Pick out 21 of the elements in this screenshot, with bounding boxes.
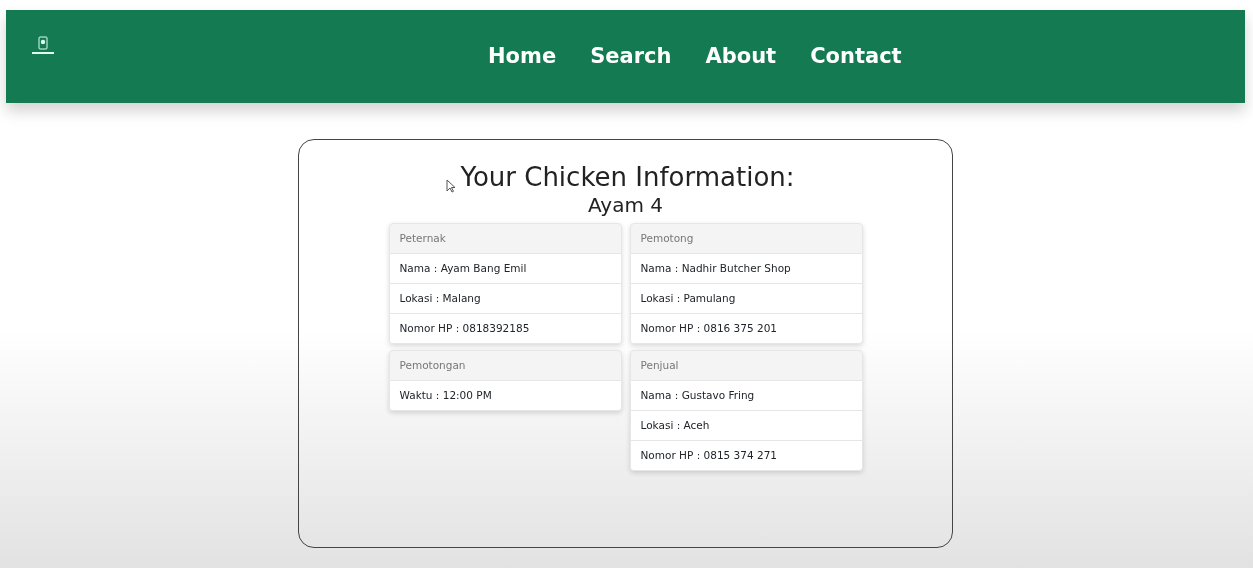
info-row: Nomor HP : 0816 375 201 [629,314,863,345]
info-row: Nama : Gustavo Fring [629,381,863,412]
card-header: Penjual [629,350,863,382]
nav-link[interactable]: Contact [810,40,902,73]
info-row: Nomor HP : 0818392185 [388,314,622,345]
nav-link[interactable]: About [705,40,777,73]
card-header: Peternak [388,223,622,255]
info-row: Lokasi : Malang [388,284,622,315]
card-header: Pemotongan [388,350,622,382]
chicken-name: Ayam 4 [587,193,664,218]
nav-link[interactable]: Home [488,40,557,73]
info-row: Nama : Nadhir Butcher Shop [629,254,863,285]
info-row: Lokasi : Aceh [629,411,863,442]
info-row: Nama : Ayam Bang Emil [388,254,622,285]
info-row: Waktu : 12:00 PM [388,381,622,412]
info-row: Nomor HP : 0815 374 271 [629,441,863,472]
card-header: Pemotong [629,223,863,255]
info-row: Lokasi : Pamulang [629,284,863,315]
page-title: Your Chicken Information: [460,162,795,194]
nav-link[interactable]: Search [590,40,672,73]
cursor-icon [446,179,457,194]
